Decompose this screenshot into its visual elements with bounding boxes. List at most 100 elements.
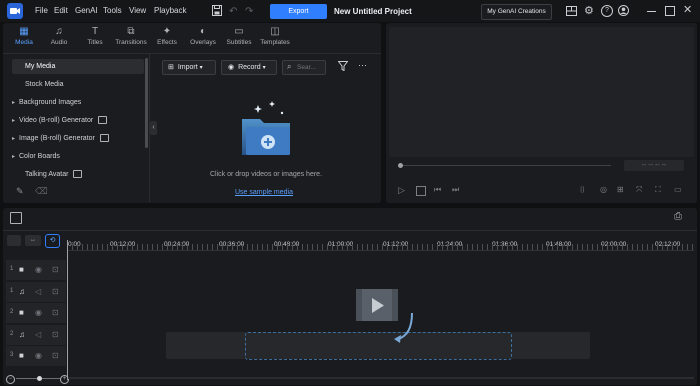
- close-icon[interactable]: ✕: [683, 3, 692, 16]
- audio-track-icon: ♫: [19, 330, 25, 339]
- minimize-icon[interactable]: [647, 11, 656, 12]
- search-box[interactable]: ⌕: [282, 60, 326, 75]
- next-frame-icon[interactable]: ⏭: [452, 185, 459, 195]
- tab-overlays[interactable]: ◐ Overlays: [186, 26, 220, 46]
- render-preview-icon[interactable]: ⎙: [674, 211, 682, 222]
- stop-icon[interactable]: [416, 186, 426, 196]
- genai-creations-button[interactable]: My GenAI Creations: [481, 4, 552, 20]
- snapshot-icon[interactable]: ⌷: [580, 185, 585, 195]
- tab-media[interactable]: ▦ Media: [7, 26, 41, 46]
- help-icon[interactable]: ?: [601, 5, 613, 17]
- fit-screen-icon[interactable]: ⤧: [636, 185, 642, 195]
- tab-effects[interactable]: ✦ Effects: [150, 26, 184, 46]
- lock-icon[interactable]: ⊡: [52, 330, 59, 339]
- sidebar-item-video-b-roll-generator[interactable]: ▸ Video (B-roll) Generator: [12, 113, 144, 128]
- save-icon[interactable]: [212, 5, 222, 16]
- chevron-down-icon: ▾: [199, 65, 203, 71]
- timeline-tools-icon[interactable]: [10, 212, 22, 224]
- sidebar-item-my-media[interactable]: My Media: [12, 59, 144, 74]
- audio-track-icon: ♫: [19, 287, 25, 296]
- ruler-label: 0:00: [68, 241, 81, 248]
- visibility-icon[interactable]: ◉: [35, 308, 42, 317]
- ai-tools-icon[interactable]: ✎: [16, 186, 24, 197]
- lock-icon[interactable]: ⊡: [52, 287, 59, 296]
- sidebar-item-stock-media[interactable]: Stock Media: [12, 77, 144, 92]
- redo-icon[interactable]: ↷: [245, 6, 253, 17]
- sidebar-item-talking-avatar[interactable]: Talking Avatar: [12, 167, 144, 182]
- zoom-out-icon[interactable]: −: [6, 375, 15, 384]
- more-options-icon[interactable]: ⋯: [358, 60, 367, 71]
- horizontal-scrollbar[interactable]: [68, 377, 694, 379]
- playback-slider[interactable]: [400, 165, 611, 166]
- import-button[interactable]: ⊞ Import ▾: [162, 60, 216, 75]
- tab-transitions[interactable]: ⧉ Transitions: [114, 26, 148, 46]
- lock-icon[interactable]: ⊡: [52, 265, 59, 274]
- maximize-icon[interactable]: [665, 6, 675, 16]
- library-scrollbar[interactable]: [145, 58, 148, 148]
- track-number: 1: [10, 266, 14, 272]
- clear-icon[interactable]: ⌫: [35, 186, 48, 197]
- audio-level-icon[interactable]: ◎: [600, 185, 607, 194]
- fullscreen-icon[interactable]: ⛶: [655, 185, 661, 195]
- layout-icon[interactable]: [566, 6, 577, 18]
- use-sample-media-link[interactable]: Use sample media: [235, 189, 293, 196]
- export-button[interactable]: Export: [270, 4, 327, 19]
- tab-subtitles[interactable]: ▭ Subtitles: [222, 26, 256, 46]
- expand-caret-icon: ▸: [12, 154, 16, 160]
- account-icon[interactable]: [618, 5, 629, 18]
- timecode-display: -- -- -- --: [624, 160, 684, 171]
- snap-button[interactable]: ↔: [25, 235, 41, 246]
- volume-icon[interactable]: ◁: [35, 287, 41, 296]
- filter-icon[interactable]: [337, 61, 349, 73]
- play-icon[interactable]: ▷: [398, 185, 405, 196]
- playhead-handle[interactable]: [398, 163, 403, 168]
- record-button[interactable]: ◉ Record ▾: [221, 60, 277, 75]
- preview-quality-icon[interactable]: ⊞: [617, 185, 624, 194]
- volume-icon[interactable]: ◁: [35, 330, 41, 339]
- ruler-label: 01:36:00: [492, 241, 518, 248]
- lock-icon[interactable]: ⊡: [52, 351, 59, 360]
- previous-frame-icon[interactable]: ⏮: [434, 185, 441, 195]
- lock-icon[interactable]: ⊡: [52, 308, 59, 317]
- menu-item-genai[interactable]: GenAI: [75, 6, 98, 15]
- search-input[interactable]: [297, 62, 323, 72]
- track-number: 1: [10, 288, 14, 294]
- track-number: 3: [10, 352, 14, 358]
- visibility-icon[interactable]: ◉: [35, 351, 42, 360]
- tab-label: Audio: [50, 39, 68, 46]
- menu-item-view[interactable]: View: [129, 6, 146, 15]
- tab-label: Overlays: [190, 39, 216, 46]
- expand-caret-icon: ▸: [12, 118, 16, 124]
- menu-item-file[interactable]: File: [35, 6, 48, 15]
- aspect-ratio-icon[interactable]: ▭: [674, 185, 682, 194]
- menu-item-edit[interactable]: Edit: [54, 6, 68, 15]
- tab-label: Subtitles: [226, 39, 252, 46]
- tab-audio[interactable]: ♫ Audio: [42, 26, 76, 46]
- sidebar-item-label: Video (B-roll) Generator: [19, 117, 94, 124]
- tab-label: Effects: [157, 39, 177, 46]
- menu-item-playback[interactable]: Playback: [154, 6, 186, 15]
- undo-icon[interactable]: ↶: [229, 6, 237, 17]
- empty-media-illustration: [238, 99, 294, 159]
- sidebar-item-color-boards[interactable]: ▸ Color Boards: [12, 149, 144, 164]
- search-icon: ⌕: [287, 62, 292, 71]
- import-label: Import: [177, 64, 198, 71]
- tab-templates[interactable]: ◫ Templates: [258, 26, 292, 46]
- magnet-button[interactable]: ⟲: [45, 234, 60, 248]
- track-manager-button[interactable]: [7, 235, 21, 246]
- ruler-label: 01:24:00: [437, 241, 463, 248]
- sidebar-item-background-images[interactable]: ▸ Background Images: [12, 95, 144, 110]
- visibility-icon[interactable]: ◉: [35, 265, 42, 274]
- zoom-slider-handle[interactable]: [37, 376, 42, 381]
- ai-badge-icon: [99, 134, 109, 143]
- effects-icon: ✦: [162, 26, 172, 37]
- overlay-icon: ◐: [199, 26, 207, 37]
- tab-titles[interactable]: T Titles: [78, 26, 112, 46]
- music-icon: ♫: [55, 26, 63, 37]
- sidebar-item-image-b-roll-generator[interactable]: ▸ Image (B-roll) Generator: [12, 131, 144, 146]
- playhead[interactable]: [67, 240, 68, 380]
- collapse-panel-button[interactable]: ‹: [150, 121, 157, 135]
- settings-icon[interactable]: ⚙: [584, 4, 594, 17]
- menu-item-tools[interactable]: Tools: [103, 6, 122, 15]
- empty-media-text: Click or drop videos or images here.: [209, 171, 323, 178]
